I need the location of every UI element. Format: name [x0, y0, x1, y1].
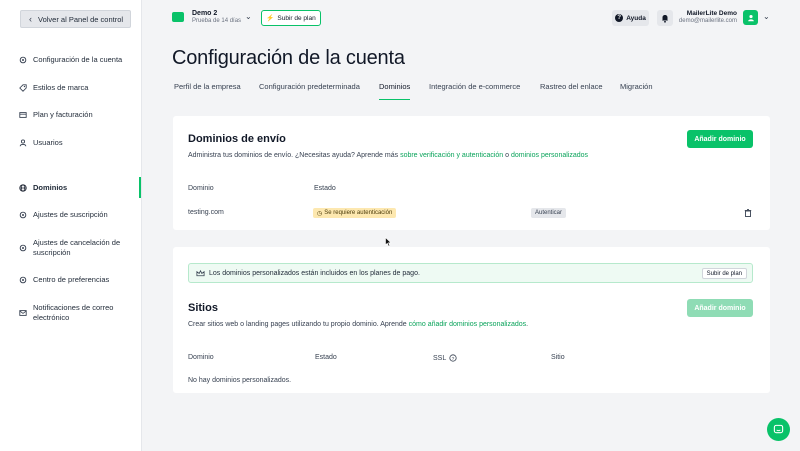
sending-domains-card: Dominios de envío Administra tus dominio… [173, 116, 770, 230]
sidebar-item-label: Centro de preferencias [33, 275, 110, 284]
clock-icon: ◷ [317, 210, 323, 217]
user-email: demo@mailerlite.com [678, 18, 737, 24]
chevron-left-icon: ‹ [29, 14, 32, 24]
gear-icon [19, 56, 27, 64]
sidebar-item-domains[interactable]: Dominios [19, 183, 137, 193]
tab-company-profile[interactable]: Perfil de la empresa [174, 78, 241, 100]
lightning-icon: ⚡ [266, 15, 275, 22]
desc-text: . [526, 321, 529, 328]
sidebar-item-email-notifications[interactable]: Notificaciones de correo electrónico [19, 303, 137, 323]
sidebar-item-preference-center[interactable]: Centro de preferencias [19, 275, 137, 285]
sidebar-item-unsubscribe-settings[interactable]: Ajustes de cancelación de suscripción [19, 238, 137, 258]
trash-icon[interactable] [744, 209, 752, 217]
verification-link[interactable]: sobre verificación y autenticación [400, 152, 503, 159]
gear-icon [19, 211, 27, 219]
ssl-label: SSL [433, 354, 447, 362]
account-trial: Prueba de 14 días [192, 18, 242, 24]
sidebar-item-account-settings[interactable]: Configuración de la cuenta [19, 55, 137, 65]
tag-icon [19, 84, 27, 92]
tab-default-settings[interactable]: Configuración predeterminada [259, 78, 360, 100]
chat-icon [773, 424, 784, 434]
tab-link-tracking[interactable]: Rastreo del enlace [540, 78, 603, 100]
account-icon [172, 12, 184, 22]
question-circle-icon[interactable]: ? [449, 354, 457, 362]
sidebar-item-label: Usuarios [33, 138, 63, 147]
upgrade-label: Subir de plan [277, 14, 316, 22]
sidebar-item-brand-styles[interactable]: Estilos de marca [19, 83, 137, 93]
card-icon [19, 111, 27, 119]
desc-text: Administra tus dominios de envío. ¿Neces… [188, 152, 401, 159]
authenticate-button[interactable]: Autenticar [531, 208, 567, 218]
banner-upgrade-button[interactable]: Subir de plan [701, 268, 747, 279]
sites-title: Sitios [188, 302, 218, 314]
page-title: Configuración de la cuenta [172, 47, 405, 69]
sidebar-item-label: Dominios [33, 183, 68, 192]
avatar[interactable] [743, 10, 758, 25]
top-bar: Demo 2 Prueba de 14 días ⌄ ⚡ Subir de pl… [142, 0, 800, 36]
user-icon [19, 139, 27, 147]
column-header-domain: Dominio [188, 185, 214, 192]
user-name: MailerLite Demo [686, 10, 737, 17]
sidebar-item-users[interactable]: Usuarios [19, 138, 137, 148]
question-icon: ? [615, 14, 624, 22]
sidebar-item-label: Configuración de la cuenta [33, 55, 123, 64]
account-name[interactable]: Demo 2 [192, 10, 217, 17]
status-badge: ◷ Se requiere autenticación [313, 208, 397, 218]
notifications-button[interactable] [657, 10, 673, 26]
empty-state-text: No hay dominios personalizados. [188, 377, 292, 384]
mouse-cursor-icon [385, 237, 392, 247]
mail-icon [19, 309, 27, 317]
sidebar-item-plan-billing[interactable]: Plan y facturación [19, 110, 137, 120]
svg-text:?: ? [452, 356, 455, 362]
domain-cell: testing.com [188, 209, 224, 216]
chevron-down-icon[interactable]: ⌄ [245, 12, 252, 21]
active-indicator [139, 177, 141, 198]
column-header-site: Sitio [551, 354, 565, 361]
column-header-domain: Dominio [188, 354, 214, 361]
upgrade-plan-button[interactable]: ⚡ Subir de plan [261, 10, 321, 26]
banner-text: Los dominios personalizados están inclui… [209, 270, 420, 277]
back-to-dashboard-button[interactable]: ‹ Volver al Panel de control [20, 10, 131, 28]
sidebar-item-label: Ajustes de cancelación de suscripción [33, 238, 121, 257]
sidebar-item-label: Notificaciones de correo electrónico [33, 303, 114, 322]
desc-text: Crear sitios web o landing pages utiliza… [188, 321, 409, 328]
column-header-status: Estado [315, 354, 337, 361]
custom-domains-link[interactable]: dominios personalizados [511, 152, 588, 159]
user-icon [747, 14, 754, 21]
sites-description: Crear sitios web o landing pages utiliza… [188, 321, 528, 328]
gear-icon [19, 276, 27, 284]
crown-icon [196, 269, 205, 277]
sidebar: ‹ Volver al Panel de control Configuraci… [0, 0, 142, 451]
chevron-down-icon[interactable]: ⌄ [763, 12, 770, 21]
back-label: Volver al Panel de control [38, 14, 124, 24]
sidebar-item-subscription-settings[interactable]: Ajustes de suscripción [19, 210, 137, 220]
column-header-status: Estado [314, 185, 336, 192]
sidebar-item-label: Plan y facturación [33, 110, 93, 119]
sending-domains-description: Administra tus dominios de envío. ¿Neces… [188, 152, 588, 159]
help-button[interactable]: ? Ayuda [612, 10, 649, 26]
status-text: Se requiere autenticación [324, 210, 393, 216]
custom-domains-help-link[interactable]: cómo añadir dominios personalizados [409, 321, 527, 328]
add-sending-domain-button[interactable]: Añadir dominio [687, 130, 753, 148]
sending-domains-title: Dominios de envío [188, 133, 286, 145]
desc-text: o [503, 152, 511, 159]
help-label: Ayuda [626, 14, 646, 22]
info-banner: Los dominios personalizados están inclui… [188, 263, 753, 283]
tab-ecommerce-integration[interactable]: Integración de e-commerce [429, 78, 520, 100]
bell-icon [662, 14, 668, 23]
chat-support-button[interactable] [767, 418, 790, 441]
tab-domains[interactable]: Dominios [379, 78, 411, 100]
tab-migration[interactable]: Migración [620, 78, 653, 100]
add-site-domain-button[interactable]: Añadir dominio [687, 299, 753, 317]
column-header-ssl: SSL ? [433, 354, 457, 362]
globe-icon [19, 184, 27, 192]
gear-icon [19, 244, 27, 252]
sites-card: Los dominios personalizados están inclui… [173, 247, 770, 393]
sidebar-item-label: Estilos de marca [33, 83, 89, 92]
sidebar-item-label: Ajustes de suscripción [33, 210, 108, 219]
